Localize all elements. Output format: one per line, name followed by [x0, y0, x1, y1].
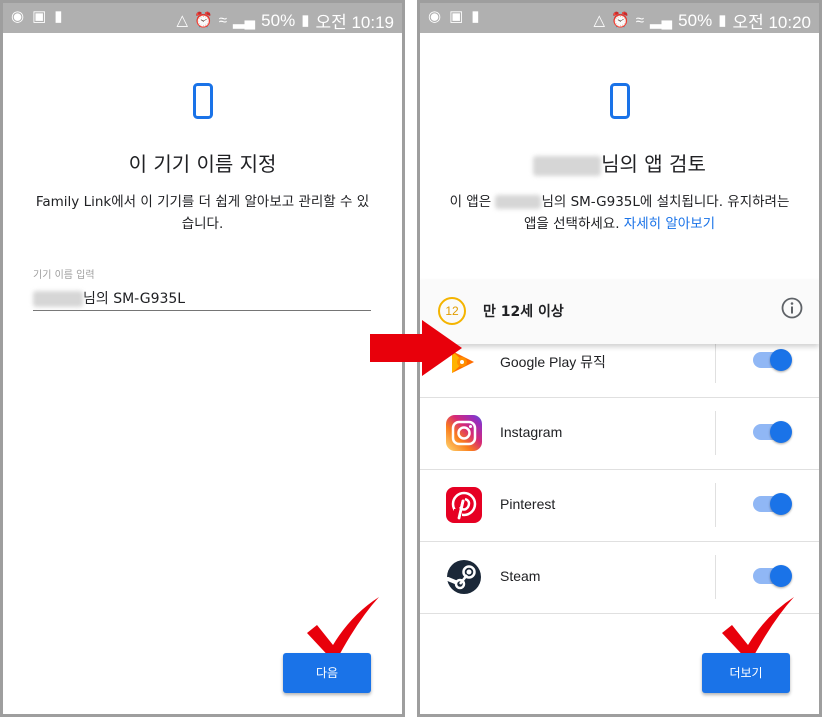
image-icon: ▣ [449, 8, 464, 25]
alarm-icon: ⏰ [611, 11, 630, 29]
image-icon: ▣ [32, 8, 47, 25]
battery-percent: 50% [261, 10, 296, 30]
age-section-header: 12 만 12세 이상 [420, 280, 819, 344]
device-name-input[interactable]: 님의 SM-G935L [33, 288, 371, 311]
clock: 오전 10:19 [315, 13, 394, 32]
more-button[interactable]: 더보기 [702, 653, 790, 693]
device-name-value: 님의 SM-G935L [83, 291, 186, 307]
divider [715, 555, 716, 599]
battery-icon: ▮ [301, 11, 310, 29]
next-button[interactable]: 다음 [283, 653, 371, 693]
blurred-name [495, 195, 542, 209]
wifi-icon: ≈ [635, 11, 644, 29]
page-title: 님의 앱 검토 [420, 148, 819, 177]
app-notification-icon: ◉ [11, 8, 25, 25]
status-bar: ◉ ▣ ▮ △ ⏰ ≈ ▂▄ 50% ▮ 오전 10:19 [3, 3, 402, 33]
battery-percent: 50% [678, 10, 713, 30]
right-screen: ◉ ▣ ▮ △ ⏰ ≈ ▂▄ 50% ▮ 오전 10:20 님의 앱 검토 이 … [417, 0, 822, 717]
red-arrow-icon [370, 320, 462, 376]
desc-prefix: 이 앱은 [449, 194, 492, 210]
info-icon[interactable] [781, 297, 803, 319]
clock: 오전 10:20 [732, 13, 811, 32]
app-row-instagram[interactable]: Instagram [420, 397, 819, 470]
phone-icon [609, 83, 630, 119]
app-notification-icon: ◉ [428, 8, 442, 25]
signal-icon: ▂▄ [232, 11, 256, 29]
toggle-knob [770, 565, 792, 587]
recycle-icon: △ [593, 11, 606, 29]
app-toggle[interactable] [753, 349, 792, 371]
pinterest-icon [446, 487, 482, 523]
instagram-icon [446, 415, 482, 451]
recycle-icon: △ [176, 11, 189, 29]
keyhole-icon: ▮ [54, 8, 63, 25]
app-toggle[interactable] [753, 565, 792, 587]
page-title: 이 기기 이름 지정 [128, 152, 277, 176]
steam-icon [446, 560, 481, 594]
page-description: Family Link에서 이 기기를 더 쉽게 알아보고 관리할 수 있습니다… [35, 194, 370, 232]
device-name-label: 기기 이름 입력 [33, 270, 95, 281]
app-toggle[interactable] [753, 421, 792, 443]
age-rating-label: 만 12세 이상 [483, 304, 564, 320]
phone-icon [192, 83, 213, 119]
blurred-name [533, 155, 602, 176]
battery-icon: ▮ [718, 11, 727, 29]
app-name: Pinterest [500, 496, 556, 512]
page-description: 이 앱은 님의 SM-G935L에 설치됩니다. 유지하려는 앱을 선택하세요.… [444, 191, 795, 235]
divider [715, 411, 716, 455]
toggle-knob [770, 421, 792, 443]
divider [715, 339, 716, 383]
app-row-pinterest[interactable]: Pinterest [420, 469, 819, 542]
toggle-knob [770, 493, 792, 515]
app-name: Instagram [500, 424, 563, 440]
blurred-name [33, 291, 83, 307]
keyhole-icon: ▮ [471, 8, 480, 25]
learn-more-link[interactable]: 자세히 알아보기 [624, 216, 715, 232]
left-screen: ◉ ▣ ▮ △ ⏰ ≈ ▂▄ 50% ▮ 오전 10:19 이 기기 이름 지정… [0, 0, 405, 717]
divider [715, 483, 716, 527]
app-toggle[interactable] [753, 493, 792, 515]
app-name: Google Play 뮤직 [500, 354, 606, 370]
wifi-icon: ≈ [218, 11, 227, 29]
toggle-knob [770, 349, 792, 371]
app-name: Steam [500, 568, 541, 584]
alarm-icon: ⏰ [194, 11, 213, 29]
signal-icon: ▂▄ [649, 11, 673, 29]
status-bar: ◉ ▣ ▮ △ ⏰ ≈ ▂▄ 50% ▮ 오전 10:20 [420, 3, 819, 33]
page-title-text: 님의 앱 검토 [601, 152, 706, 176]
